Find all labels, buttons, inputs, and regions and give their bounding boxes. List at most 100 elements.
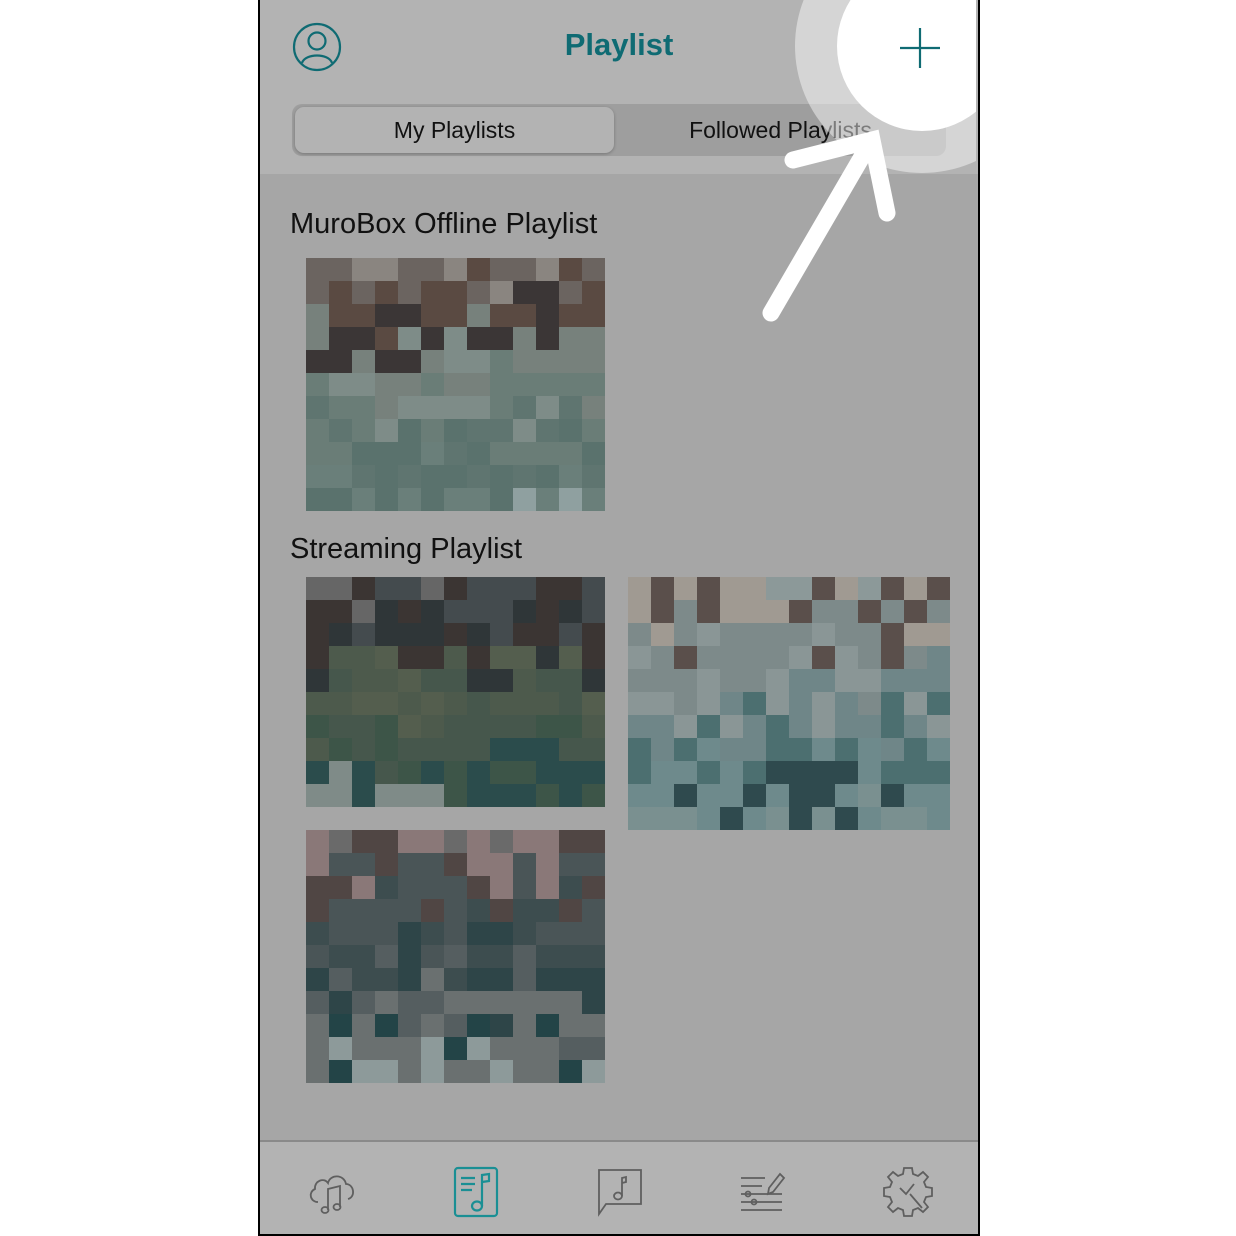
thumbnail-pixel <box>812 600 835 623</box>
thumbnail-pixel <box>352 1037 375 1060</box>
thumbnail-pixel <box>536 396 559 419</box>
thumbnail-pixel <box>513 1060 536 1083</box>
tab-playlist[interactable] <box>448 1164 504 1220</box>
thumbnail-pixel <box>927 761 950 784</box>
tab-music-messages[interactable] <box>592 1164 648 1220</box>
thumbnail-pixel <box>467 327 490 350</box>
thumbnail-pixel <box>651 646 674 669</box>
thumbnail-pixel <box>329 669 352 692</box>
tab-settings[interactable] <box>880 1164 936 1220</box>
thumbnail-pixel <box>812 692 835 715</box>
thumbnail-pixel <box>490 577 513 600</box>
thumbnail-pixel <box>513 876 536 899</box>
thumbnail-pixel <box>697 623 720 646</box>
thumbnail-pixel <box>536 1014 559 1037</box>
thumbnail-pixel <box>490 715 513 738</box>
thumbnail-pixel <box>835 807 858 830</box>
thumbnail-pixel <box>444 600 467 623</box>
thumbnail-pixel <box>766 646 789 669</box>
thumbnail-pixel <box>789 600 812 623</box>
thumbnail-pixel <box>352 738 375 761</box>
playlist-thumbnail[interactable] <box>628 577 950 830</box>
thumbnail-pixel <box>697 784 720 807</box>
thumbnail-pixel <box>536 761 559 784</box>
thumbnail-pixel <box>766 784 789 807</box>
thumbnail-pixel <box>306 968 329 991</box>
thumbnail-pixel <box>467 876 490 899</box>
add-playlist-button[interactable] <box>898 26 942 70</box>
thumbnail-pixel <box>467 442 490 465</box>
thumbnail-pixel <box>421 304 444 327</box>
thumbnail-pixel <box>421 1060 444 1083</box>
thumbnail-pixel <box>467 1014 490 1037</box>
playlist-thumbnail[interactable] <box>306 577 605 807</box>
thumbnail-pixel <box>306 465 329 488</box>
thumbnail-pixel <box>720 577 743 600</box>
thumbnail-pixel <box>858 738 881 761</box>
thumbnail-pixel <box>743 692 766 715</box>
thumbnail-pixel <box>490 991 513 1014</box>
thumbnail-pixel <box>927 784 950 807</box>
thumbnail-pixel <box>398 945 421 968</box>
thumbnail-pixel <box>582 304 605 327</box>
thumbnail-pixel <box>490 899 513 922</box>
page-title: Playlist <box>564 27 674 62</box>
thumbnail-pixel <box>306 669 329 692</box>
thumbnail-pixel <box>674 807 697 830</box>
tab-cloud-music[interactable] <box>304 1164 360 1220</box>
thumbnail-pixel <box>375 692 398 715</box>
thumbnail-pixel <box>743 761 766 784</box>
thumbnail-pixel <box>490 488 513 511</box>
thumbnail-pixel <box>467 465 490 488</box>
thumbnail-pixel <box>329 830 352 853</box>
thumbnail-pixel <box>513 784 536 807</box>
thumbnail-pixel <box>375 646 398 669</box>
thumbnail-pixel <box>490 669 513 692</box>
thumbnail-pixel <box>490 1037 513 1060</box>
thumbnail-pixel <box>582 922 605 945</box>
thumbnail-pixel <box>490 784 513 807</box>
thumbnail-pixel <box>927 577 950 600</box>
thumbnail-pixel <box>329 738 352 761</box>
thumbnail-pixel <box>375 1037 398 1060</box>
thumbnail-pixel <box>582 761 605 784</box>
thumbnail-pixel <box>536 442 559 465</box>
thumbnail-pixel <box>444 281 467 304</box>
thumbnail-pixel <box>490 327 513 350</box>
playlist-thumbnail[interactable] <box>306 830 605 1083</box>
thumbnail-pixel <box>329 922 352 945</box>
thumbnail-pixel <box>306 258 329 281</box>
thumbnail-pixel <box>651 577 674 600</box>
thumbnail-pixel <box>375 738 398 761</box>
thumbnail-pixel <box>421 577 444 600</box>
thumbnail-pixel <box>881 761 904 784</box>
thumbnail-pixel <box>582 577 605 600</box>
thumbnail-pixel <box>766 623 789 646</box>
tab-my-playlists[interactable]: My Playlists <box>295 107 614 153</box>
thumbnail-pixel <box>306 692 329 715</box>
thumbnail-pixel <box>306 350 329 373</box>
tab-equalizer[interactable] <box>736 1164 792 1220</box>
thumbnail-pixel <box>559 646 582 669</box>
thumbnail-pixel <box>582 692 605 715</box>
thumbnail-pixel <box>352 1014 375 1037</box>
thumbnail-pixel <box>536 922 559 945</box>
thumbnail-pixel <box>513 830 536 853</box>
thumbnail-pixel <box>375 853 398 876</box>
thumbnail-pixel <box>536 968 559 991</box>
thumbnail-pixel <box>513 715 536 738</box>
thumbnail-pixel <box>835 600 858 623</box>
thumbnail-pixel <box>835 646 858 669</box>
tab-followed-playlists[interactable]: Followed Playlists <box>618 107 943 153</box>
thumbnail-pixel <box>835 577 858 600</box>
thumbnail-pixel <box>398 899 421 922</box>
thumbnail-pixel <box>467 899 490 922</box>
playlist-thumbnail[interactable] <box>306 258 605 511</box>
thumbnail-pixel <box>444 738 467 761</box>
thumbnail-pixel <box>766 761 789 784</box>
thumbnail-pixel <box>421 396 444 419</box>
thumbnail-pixel <box>398 646 421 669</box>
thumbnail-pixel <box>375 442 398 465</box>
thumbnail-pixel <box>467 304 490 327</box>
thumbnail-pixel <box>375 830 398 853</box>
